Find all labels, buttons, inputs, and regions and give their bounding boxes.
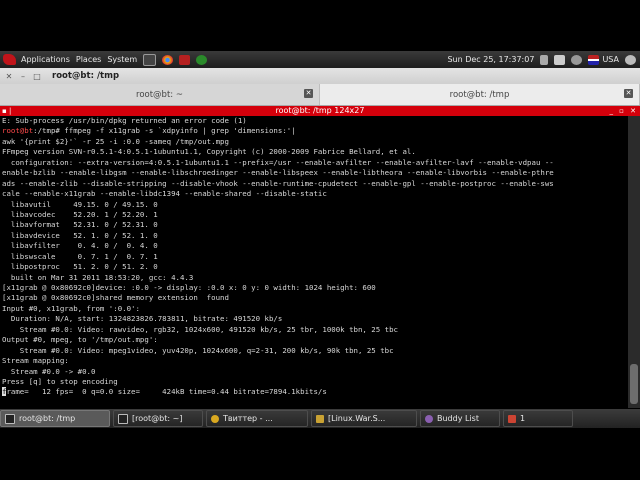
network-icon[interactable] (196, 54, 208, 65)
close-icon[interactable]: ✕ (4, 72, 14, 81)
terminal-line: Input #0, x11grab, from ':0.0': (2, 303, 140, 313)
applications-menu[interactable]: Applications (21, 55, 70, 64)
terminal-inner-title: root@bt: /tmp 124x27 (275, 106, 365, 115)
terminal-line: Press [q] to stop encoding (2, 376, 118, 386)
terminal-line: built on Mar 31 2011 18:53:20, gcc: 4.4.… (2, 272, 194, 282)
terminal-icon (118, 413, 128, 424)
taskbar-item[interactable]: Buddy List (420, 410, 500, 427)
terminal-line: libpostproc 51. 2. 0 / 51. 2. 0 (2, 262, 158, 272)
terminal-line: Stream #0.0: Video: mpeg1video, yuv420p,… (2, 345, 394, 355)
scrollbar-thumb[interactable] (630, 364, 638, 404)
taskbar-item[interactable]: 1 (503, 410, 573, 427)
chrome-icon[interactable] (162, 54, 174, 65)
desktop-screen: Applications Places System Sun Dec 25, 1… (0, 0, 640, 480)
taskbar-item-label: [root@bt: ~] (132, 414, 183, 423)
close-icon[interactable]: ✕ (304, 89, 313, 98)
system-menu[interactable]: System (107, 55, 137, 64)
window-title: root@bt: /tmp (52, 71, 120, 81)
prompt-user: root@bt (2, 126, 34, 136)
clock[interactable]: Sun Dec 25, 17:37:07 (447, 55, 534, 64)
terminal-icon (5, 413, 15, 424)
terminal-line: frame= 12 fps= 0 q=0.0 size= 424kB time=… (2, 387, 327, 397)
terminal-line: cale --enable-x11grab --enable-libdc1394… (2, 189, 327, 199)
taskbar-item-label: root@bt: /tmp (19, 414, 76, 423)
pidgin-icon (425, 414, 433, 423)
terminal-line: Stream mapping: (2, 356, 69, 366)
chrome-icon (211, 414, 219, 423)
taskbar-item-label: Buddy List (437, 414, 479, 423)
terminal-line: configuration: --extra-version=4:0.5.1-1… (2, 157, 554, 167)
tab-root-home[interactable]: root@bt: ~ ✕ (0, 84, 320, 105)
top-panel-right: Sun Dec 25, 17:37:07 USA (447, 54, 640, 65)
taskbar-item[interactable]: [Linux.War.S... (311, 410, 417, 427)
terminal-line: libavcodec 52.20. 1 / 52.20. 1 (2, 209, 158, 219)
terminal-line: libavfilter 0. 4. 0 / 0. 4. 0 (2, 241, 158, 251)
taskbar-item-label: 1 (520, 414, 526, 423)
tab-label: root@bt: ~ (136, 89, 183, 100)
terminal-output[interactable]: E: Sub-process /usr/bin/dpkg returned an… (0, 116, 628, 408)
flag-icon[interactable] (588, 54, 600, 65)
keyboard-layout[interactable]: USA (602, 55, 619, 64)
terminal-inner-titlebar[interactable]: ▪ | root@bt: /tmp 124x27 _ ▫ ✕ (0, 106, 640, 116)
speaker-icon[interactable] (540, 54, 549, 65)
taskbar-item[interactable]: root@bt: /tmp (0, 410, 110, 427)
mail-icon[interactable] (554, 54, 566, 65)
taskbar-item[interactable]: [root@bt: ~] (113, 410, 203, 427)
tab-label: root@bt: /tmp (449, 89, 510, 100)
screenshot-icon[interactable] (179, 54, 191, 65)
minimize-icon[interactable]: – (18, 72, 28, 81)
terminal-line: Stream #0.0 -> #0.0 (2, 366, 96, 376)
close-icon[interactable]: ✕ (624, 89, 633, 98)
terminal-line: libswscale 0. 7. 1 / 0. 7. 1 (2, 251, 158, 261)
window-icon (508, 414, 516, 423)
terminal-line: Duration: N/A, start: 1324823826.783811,… (2, 314, 283, 324)
terminal-tabs: root@bt: ~ ✕ root@bt: /tmp ✕ (0, 84, 640, 106)
terminal-line: libavutil 49.15. 0 / 49.15. 0 (2, 199, 158, 209)
terminal-line: root@bt:/tmp# ffmpeg -f x11grab -s `xdpy… (2, 126, 296, 136)
top-panel: Applications Places System Sun Dec 25, 1… (0, 51, 640, 68)
taskbar-item-label: Твиттер - ... (223, 414, 273, 423)
terminal-line: Output #0, mpeg, to '/tmp/out.mpg': (2, 335, 158, 345)
window-titlebar[interactable]: ✕ – □ root@bt: /tmp (0, 68, 640, 84)
terminal-line: awk '{print $2}'` -r 25 -i :0.0 -sameq /… (2, 136, 229, 146)
terminal-line: enable-bzlib --enable-libgsm --enable-li… (2, 168, 554, 178)
maximize-icon[interactable]: □ (32, 72, 42, 81)
window-buttons[interactable]: _ ▫ ✕ (609, 106, 638, 116)
bottom-taskbar: root@bt: /tmp [root@bt: ~] Твиттер - ... [L… (0, 409, 640, 428)
user-icon[interactable] (571, 54, 583, 65)
folder-icon (316, 414, 324, 423)
terminal-line: Stream #0.0: Video: rawvideo, rgb32, 102… (2, 324, 399, 334)
terminal-launcher-icon[interactable] (143, 53, 157, 66)
terminal-line: FFmpeg version SVN-r0.5.1-4:0.5.1-1ubunt… (2, 147, 416, 157)
terminal-line: E: Sub-process /usr/bin/dpkg returned an… (2, 116, 247, 125)
terminal-line: libavdevice 52. 1. 0 / 52. 1. 0 (2, 230, 158, 240)
terminal-cursor: f (2, 387, 7, 397)
terminal-line: [x11grab @ 0x80692c0]shared memory exten… (2, 293, 229, 303)
tab-root-tmp[interactable]: root@bt: /tmp ✕ (320, 84, 640, 105)
terminal-line: [x11grab @ 0x80692c0]device: :0.0 -> dis… (2, 283, 376, 292)
taskbar-item[interactable]: Твиттер - ... (206, 410, 308, 427)
terminal-line: ads --enable-zlib --disable-stripping --… (2, 178, 554, 188)
terminal-scrollbar[interactable] (628, 116, 640, 408)
power-icon[interactable] (625, 54, 636, 65)
dragon-icon[interactable] (3, 54, 16, 65)
taskbar-item-label: [Linux.War.S... (328, 414, 386, 423)
terminal-line: libavformat 52.31. 0 / 52.31. 0 (2, 220, 158, 230)
top-panel-left: Applications Places System (0, 53, 213, 66)
places-menu[interactable]: Places (76, 55, 101, 64)
